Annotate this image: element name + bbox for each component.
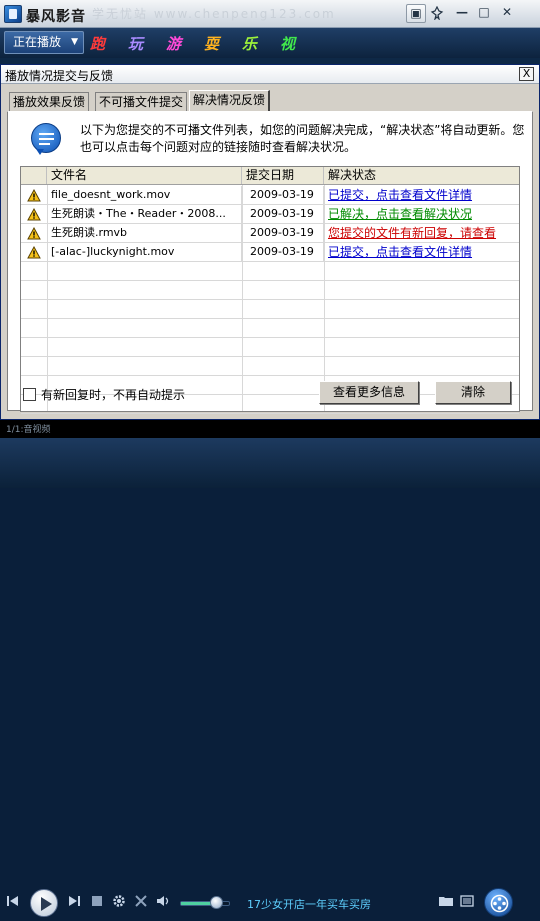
warning-icon (27, 189, 41, 202)
status-link[interactable]: 您提交的文件有新回复，请查看 (324, 224, 519, 242)
track-title[interactable]: 17少女开店一年买车买房 (247, 896, 371, 912)
app-title: 暴风影音 (26, 9, 86, 25)
header-icon-column (21, 167, 47, 184)
feedback-dialog: 播放情况提交与反馈 X 播放效果反馈 不可播文件提交 解决情况反馈 以下为您提交… (0, 64, 540, 420)
file-name-cell: 生死朗读・The・Reader・2008... (47, 205, 242, 223)
no-auto-prompt-checkbox[interactable] (23, 388, 36, 401)
title-bar: 暴风影音 学无忧站 www.chenpeng123.com ▣ — □ ✕ (0, 0, 540, 28)
player-controls: 17少女开店一年买车买房 (0, 438, 540, 917)
table-row (21, 281, 519, 300)
file-name-cell: 生死朗读.rmvb (47, 224, 242, 242)
menu-bar: 正在播放 ▼ 跑 玩 游 耍 乐 视 (0, 28, 540, 58)
date-cell: 2009-03-19 (242, 205, 324, 223)
warning-icon (27, 208, 41, 221)
nav-tab-run[interactable]: 跑 (90, 33, 105, 54)
message-icon (31, 123, 61, 155)
nav-tab-video[interactable]: 视 (280, 33, 295, 54)
warning-icon (27, 246, 41, 259)
submitted-files-table: 文件名 提交日期 解决状态 file_doesnt_work.mov 2009-0… (20, 166, 520, 414)
fullscreen-icon[interactable] (134, 894, 148, 912)
app-window: 暴风影音 学无忧站 www.chenpeng123.com ▣ — □ ✕ 正在… (0, 0, 540, 917)
nav-tab-music[interactable]: 乐 (242, 33, 257, 54)
chevron-down-icon: ▼ (71, 37, 78, 47)
clear-button[interactable]: 清除 (435, 381, 511, 404)
volume-slider-knob[interactable] (210, 896, 223, 909)
settings-gear-icon[interactable] (112, 894, 126, 912)
tab-resolution-feedback[interactable]: 解决情况反馈 (189, 90, 271, 112)
date-cell: 2009-03-19 (242, 186, 324, 204)
now-playing-dropdown[interactable]: 正在播放 ▼ (4, 31, 84, 54)
previous-icon[interactable] (6, 894, 20, 912)
mini-mode-icon[interactable]: ▣ (406, 4, 426, 23)
file-name-cell: file_doesnt_work.mov (47, 186, 242, 204)
maximize-icon[interactable]: □ (474, 4, 494, 23)
table-row (21, 319, 519, 338)
dialog-close-button[interactable]: X (519, 67, 534, 81)
pin-icon[interactable] (427, 4, 447, 23)
warning-icon (27, 227, 41, 240)
no-auto-prompt-label: 有新回复时，不再自动提示 (41, 388, 186, 402)
watermark-text: 学无忧站 www.chenpeng123.com (92, 7, 336, 21)
minimize-icon[interactable]: — (452, 4, 472, 23)
now-playing-label: 正在播放 (13, 35, 62, 49)
film-reel-icon[interactable] (484, 888, 513, 917)
playlist-icon[interactable] (460, 894, 474, 912)
date-cell: 2009-03-19 (242, 224, 324, 242)
header-date[interactable]: 提交日期 (242, 167, 324, 184)
table-row[interactable]: [-alac-]luckynight.mov 2009-03-19 已提交，点击查看… (21, 243, 519, 262)
app-logo-icon (4, 5, 22, 23)
stop-icon[interactable] (90, 894, 104, 912)
info-text: 以下为您提交的不可播文件列表，如您的问题解决完成，“解决状态”将自动更新。您也可… (80, 123, 525, 154)
close-icon[interactable]: ✕ (497, 4, 517, 23)
table-row[interactable]: 生死朗读・The・Reader・2008... 2009-03-19 已解决，点击查… (21, 205, 519, 224)
dialog-title-bar: 播放情况提交与反馈 X (1, 65, 539, 84)
dialog-title: 播放情况提交与反馈 (5, 69, 114, 83)
table-header: 文件名 提交日期 解决状态 (21, 167, 519, 185)
table-row (21, 300, 519, 319)
tab-playback-feedback[interactable]: 播放效果反馈 (9, 92, 90, 111)
status-link[interactable]: 已提交，点击查看文件详情 (324, 243, 519, 261)
more-info-button[interactable]: 查看更多信息 (319, 381, 419, 404)
tab-unplayable-submit[interactable]: 不可播文件提交 (95, 92, 188, 111)
play-button[interactable] (30, 889, 58, 917)
tab-panel: 以下为您提交的不可播文件列表，如您的问题解决完成，“解决状态”将自动更新。您也可… (7, 111, 533, 414)
nav-tab-fun[interactable]: 耍 (204, 33, 219, 54)
status-text: 1/1:音视频 (6, 425, 51, 435)
table-row (21, 338, 519, 357)
header-filename[interactable]: 文件名 (47, 167, 242, 184)
status-link[interactable]: 已提交，点击查看文件详情 (324, 186, 519, 204)
table-row[interactable]: 生死朗读.rmvb 2009-03-19 您提交的文件有新回复，请查看 (21, 224, 519, 243)
table-row (21, 262, 519, 281)
date-cell: 2009-03-19 (242, 243, 324, 261)
volume-icon[interactable] (156, 894, 172, 912)
table-row (21, 357, 519, 376)
nav-tab-game[interactable]: 游 (166, 33, 181, 54)
open-folder-icon[interactable] (438, 894, 454, 912)
header-status[interactable]: 解决状态 (324, 167, 519, 184)
status-link[interactable]: 已解决，点击查看解决状况 (324, 205, 519, 223)
nav-tab-play[interactable]: 玩 (128, 33, 143, 54)
status-line: 1/1:音视频 (0, 420, 540, 438)
table-row[interactable]: file_doesnt_work.mov 2009-03-19 已提交，点击查看文件… (21, 186, 519, 205)
next-icon[interactable] (67, 894, 81, 912)
file-name-cell: [-alac-]luckynight.mov (47, 243, 242, 261)
